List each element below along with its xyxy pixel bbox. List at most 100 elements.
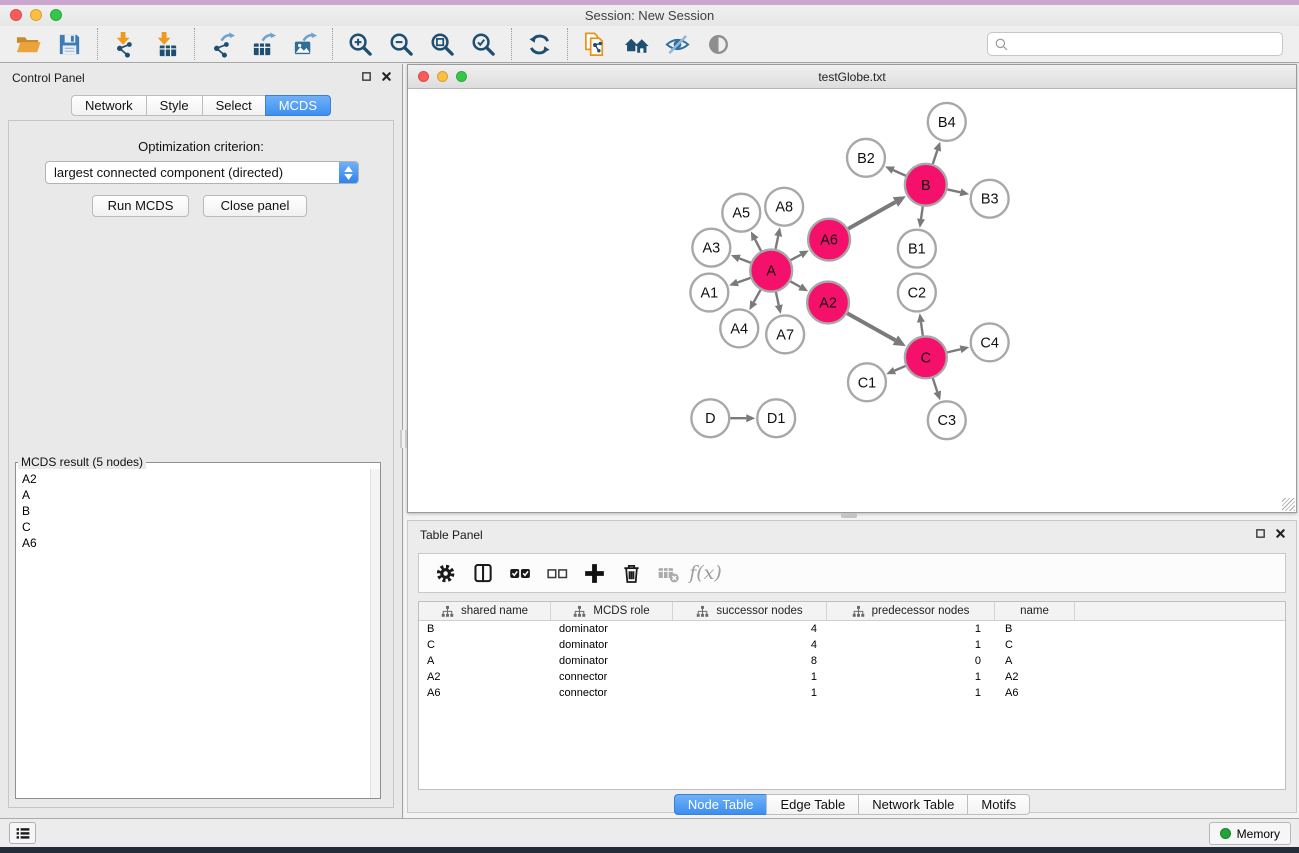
open-folder-button[interactable] <box>8 28 49 60</box>
graph-edge-A2-C[interactable] <box>847 313 906 346</box>
graph-node-A2[interactable]: A2 <box>807 282 849 324</box>
graph-node-B2[interactable]: B2 <box>847 139 885 177</box>
refresh-button[interactable] <box>519 28 560 60</box>
graph-edge-B-B4[interactable] <box>933 142 941 164</box>
graph-edge-A-A1[interactable] <box>729 278 750 286</box>
graph-node-C4[interactable]: C4 <box>971 323 1009 361</box>
graph-node-A1[interactable]: A1 <box>690 274 728 312</box>
tab-network[interactable]: Network <box>71 95 147 116</box>
import-table-button[interactable] <box>146 28 187 60</box>
graph-edge-A6-B[interactable] <box>848 196 906 229</box>
tab-network-table[interactable]: Network Table <box>858 794 968 815</box>
graph-edge-A-A8[interactable] <box>774 227 782 249</box>
select-all-button[interactable] <box>502 556 539 590</box>
scrollbar-thumb[interactable] <box>841 513 857 518</box>
graph-edge-A-A4[interactable] <box>749 290 760 310</box>
table-row[interactable]: Adominator80A <box>419 653 1285 669</box>
splitter-grip[interactable] <box>400 430 407 448</box>
task-history-button[interactable] <box>9 822 36 844</box>
criterion-dropdown[interactable]: largest connected component (directed) <box>45 161 359 184</box>
graph-edge-D-D1[interactable] <box>730 414 755 422</box>
graph-node-A[interactable]: A <box>750 250 792 292</box>
graph-node-B3[interactable]: B3 <box>971 180 1009 218</box>
home-network-button[interactable] <box>616 28 657 60</box>
graph-edge-B-B1[interactable] <box>917 207 925 228</box>
mcds-result-item[interactable]: A2 <box>22 471 370 487</box>
resize-grip-icon[interactable] <box>1282 498 1295 511</box>
graph-node-C3[interactable]: C3 <box>928 401 966 439</box>
zoom-out-button[interactable] <box>381 28 422 60</box>
tab-style[interactable]: Style <box>146 95 203 116</box>
export-image-button[interactable] <box>284 28 325 60</box>
mcds-result-item[interactable]: A <box>22 487 370 503</box>
graph-edge-A-A6[interactable] <box>791 250 809 260</box>
graph-node-B[interactable]: B <box>905 164 947 206</box>
import-network-button[interactable] <box>105 28 146 60</box>
graph-edge-A-A5[interactable] <box>751 231 761 251</box>
close-panel-icon[interactable] <box>381 71 392 82</box>
float-panel-icon[interactable] <box>361 71 372 82</box>
graph-node-C1[interactable]: C1 <box>848 363 886 401</box>
graph-node-A8[interactable]: A8 <box>765 188 803 226</box>
result-scrollbar[interactable] <box>370 469 380 798</box>
deselect-all-button[interactable] <box>539 556 576 590</box>
function-builder-button[interactable]: f(x) <box>687 556 724 590</box>
close-panel-button[interactable]: Close panel <box>203 195 307 217</box>
hide-panels-eye-button[interactable] <box>657 28 698 60</box>
table-row[interactable]: Cdominator41C <box>419 637 1285 653</box>
tab-node-table[interactable]: Node Table <box>674 794 768 815</box>
destroy-table-button[interactable] <box>650 556 687 590</box>
table-row[interactable]: Bdominator41B <box>419 621 1285 637</box>
column-header-predecessor-nodes[interactable]: predecessor nodes <box>827 602 995 620</box>
mcds-result-item[interactable]: A6 <box>22 535 370 551</box>
graph-node-D[interactable]: D <box>691 399 729 437</box>
search-input[interactable] <box>1013 37 1276 51</box>
export-table-button[interactable] <box>243 28 284 60</box>
add-button[interactable] <box>576 556 613 590</box>
zoom-fit-button[interactable] <box>422 28 463 60</box>
column-header-name[interactable]: name <box>995 602 1075 620</box>
graph-edge-C-C4[interactable] <box>947 345 969 353</box>
graph-node-C2[interactable]: C2 <box>898 274 936 312</box>
gear-button[interactable] <box>428 556 465 590</box>
graph-node-A4[interactable]: A4 <box>720 309 758 347</box>
zoom-in-button[interactable] <box>340 28 381 60</box>
export-network-button[interactable] <box>202 28 243 60</box>
column-header-successor-nodes[interactable]: successor nodes <box>673 602 827 620</box>
show-eye-button[interactable] <box>698 28 739 60</box>
graph-node-A5[interactable]: A5 <box>722 194 760 232</box>
tab-select[interactable]: Select <box>202 95 266 116</box>
graph-node-B1[interactable]: B1 <box>898 230 936 268</box>
mcds-result-item[interactable]: C <box>22 519 370 535</box>
save-button[interactable] <box>49 28 90 60</box>
tab-mcds[interactable]: MCDS <box>265 95 331 116</box>
graph-node-A7[interactable]: A7 <box>766 315 804 353</box>
graph-edge-C-C1[interactable] <box>886 366 905 374</box>
columns-button[interactable] <box>465 556 502 590</box>
mcds-result-item[interactable]: B <box>22 503 370 519</box>
column-header-shared-name[interactable]: shared name <box>419 602 551 620</box>
run-mcds-button[interactable]: Run MCDS <box>92 195 189 217</box>
memory-button[interactable]: Memory <box>1209 822 1291 845</box>
tab-edge-table[interactable]: Edge Table <box>766 794 859 815</box>
graph-node-B4[interactable]: B4 <box>928 103 966 141</box>
network-canvas[interactable]: A A1 A2 A3 A4 A5 A6 A7 A8 B B1 B2 B3 B4 C C1 C2 C3 C4 D D1 <box>408 90 1296 512</box>
tab-motifs[interactable]: Motifs <box>967 794 1030 815</box>
graph-edge-B-B3[interactable] <box>947 188 969 196</box>
close-table-panel-icon[interactable] <box>1275 528 1286 539</box>
table-row[interactable]: A2connector11A2 <box>419 669 1285 685</box>
graph-edge-A-A3[interactable] <box>731 255 751 263</box>
graph-node-D1[interactable]: D1 <box>757 399 795 437</box>
graph-edge-C-C2[interactable] <box>917 313 925 335</box>
column-header-mcds-role[interactable]: MCDS role <box>551 602 673 620</box>
graph-edge-A-A2[interactable] <box>790 281 808 291</box>
graph-node-C[interactable]: C <box>905 336 947 378</box>
graph-node-A6[interactable]: A6 <box>808 219 850 261</box>
clipboard-network-button[interactable] <box>575 28 616 60</box>
graph-edge-C-C3[interactable] <box>933 378 941 400</box>
graph-edge-B-B2[interactable] <box>885 166 906 175</box>
float-table-panel-icon[interactable] <box>1255 528 1266 539</box>
graph-edge-A-A7[interactable] <box>775 292 783 314</box>
trash-button[interactable] <box>613 556 650 590</box>
graph-node-A3[interactable]: A3 <box>692 229 730 267</box>
